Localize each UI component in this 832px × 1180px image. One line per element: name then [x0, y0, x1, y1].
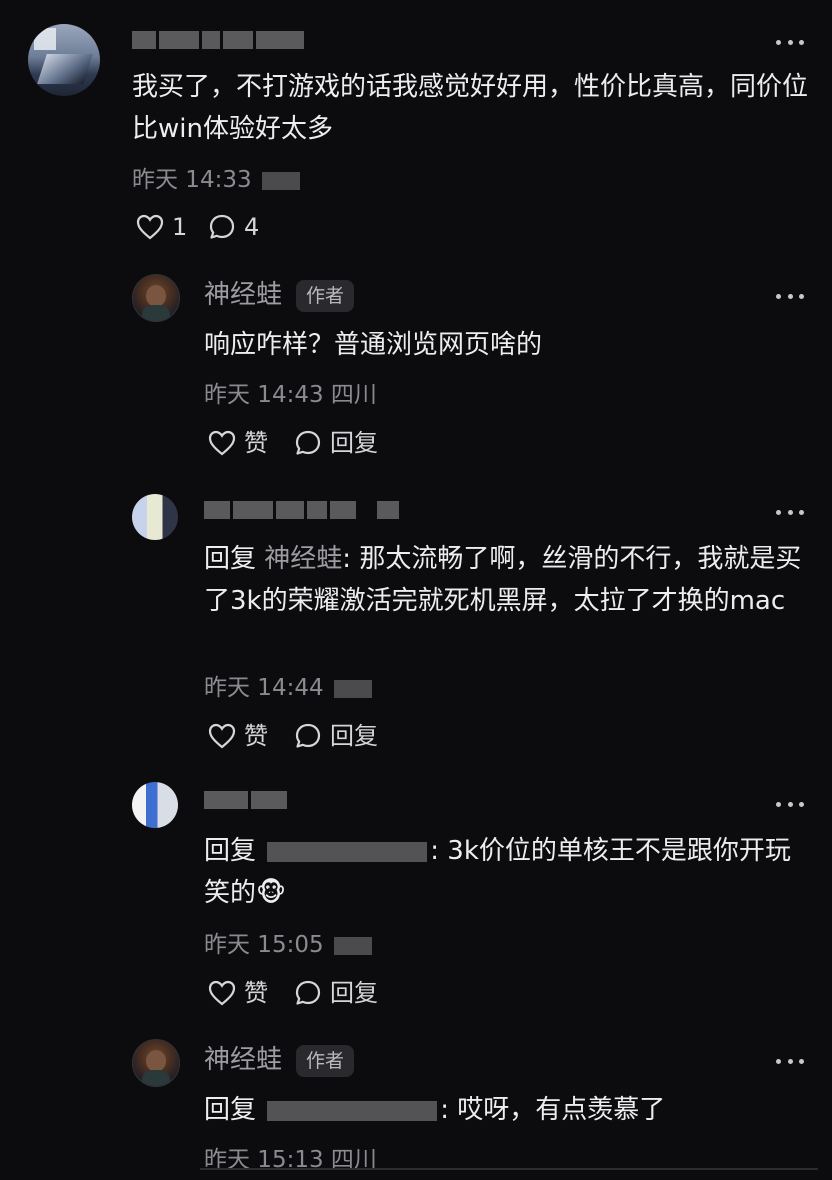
- more-options-icon[interactable]: [776, 508, 804, 516]
- comment-bubble-icon: [295, 430, 321, 455]
- reply-item: 回复 : 3k价位的单核王不是跟你开玩笑的🐵 昨天 15:05 赞 回复: [0, 772, 832, 1012]
- more-options-icon[interactable]: [776, 292, 804, 300]
- masked-username[interactable]: [132, 28, 304, 52]
- masked-reply-target[interactable]: [267, 841, 428, 862]
- reply-text: 响应咋样？普通浏览网页啥的: [204, 330, 543, 360]
- timestamp: 昨天 14:44: [204, 675, 324, 701]
- avatar[interactable]: [28, 24, 100, 96]
- author-badge: 作者: [296, 1045, 355, 1077]
- heart-icon: [208, 430, 236, 456]
- masked-username[interactable]: [204, 498, 399, 522]
- masked-location: [261, 171, 300, 190]
- more-options-icon[interactable]: [776, 800, 804, 808]
- comment-bubble-icon: [295, 980, 321, 1005]
- more-options-icon[interactable]: [776, 1057, 804, 1065]
- reply-count-button[interactable]: 4: [208, 212, 259, 242]
- username[interactable]: 神经蛙: [204, 278, 282, 312]
- reply-content: : 哎呀，有点羡慕了: [440, 1095, 666, 1125]
- comment-bubble-icon: [209, 214, 235, 239]
- reply-label: 回复: [330, 979, 378, 1007]
- masked-username[interactable]: [204, 788, 287, 812]
- heart-icon: [208, 980, 236, 1006]
- avatar[interactable]: [132, 782, 178, 828]
- avatar[interactable]: [132, 494, 178, 540]
- timestamp: 昨天 14:43: [204, 382, 324, 408]
- reply-prefix: 回复: [204, 836, 257, 866]
- author-badge: 作者: [296, 280, 355, 312]
- reply-text: 回复 神经蛙: 那太流畅了啊，丝滑的不行，我就是买了3k的荣耀激活完就死机黑屏，…: [204, 538, 804, 622]
- comment-bubble-icon: [295, 723, 321, 748]
- main-comment: 我买了，不打游戏的话我感觉好好用，性价比真高，同价位比win体验好太多 昨天 1…: [0, 0, 832, 260]
- reply-label: 回复: [330, 722, 378, 750]
- like-button[interactable]: 赞: [208, 721, 268, 751]
- like-button[interactable]: 赞: [208, 978, 268, 1008]
- heart-icon: [208, 723, 236, 749]
- reply-item: 神经蛙 作者 回复 : 哎呀，有点羡慕了 昨天 15:13 四川: [0, 1035, 832, 1180]
- like-label: 赞: [244, 722, 268, 750]
- reply-meta: 昨天 14:43 四川: [204, 380, 377, 410]
- avatar[interactable]: [132, 1039, 180, 1087]
- reply-button[interactable]: 回复: [294, 428, 378, 458]
- like-button[interactable]: 赞: [208, 428, 268, 458]
- masked-location: [333, 936, 372, 955]
- like-count: 1: [172, 213, 188, 241]
- reply-text: 回复 : 哎呀，有点羡慕了: [204, 1089, 804, 1131]
- timestamp: 昨天 15:05: [204, 932, 324, 958]
- reply-meta: 昨天 15:05: [204, 930, 372, 960]
- comment-time: 昨天 14:33: [132, 165, 300, 195]
- reply-item: 回复 神经蛙: 那太流畅了啊，丝滑的不行，我就是买了3k的荣耀激活完就死机黑屏，…: [0, 488, 832, 758]
- reply-prefix: 回复: [204, 544, 257, 574]
- scroll-indicator: [200, 1168, 818, 1170]
- reply-prefix: 回复: [204, 1095, 257, 1125]
- reply-target-username[interactable]: 神经蛙: [264, 544, 342, 574]
- like-button[interactable]: 1: [136, 212, 187, 242]
- reply-count: 4: [244, 213, 260, 241]
- reply-label: 回复: [330, 429, 378, 457]
- comment-text: 我买了，不打游戏的话我感觉好好用，性价比真高，同价位比win体验好太多: [132, 72, 809, 144]
- reply-meta: 昨天 14:44: [204, 673, 372, 703]
- timestamp: 昨天 14:33: [132, 167, 252, 193]
- reply-text: 回复 : 3k价位的单核王不是跟你开玩笑的🐵: [204, 830, 804, 914]
- location: 四川: [330, 382, 377, 408]
- masked-reply-target[interactable]: [267, 1100, 438, 1121]
- more-options-icon[interactable]: [776, 38, 804, 46]
- avatar[interactable]: [132, 274, 180, 322]
- username[interactable]: 神经蛙: [204, 1043, 282, 1077]
- heart-icon: [136, 214, 164, 240]
- reply-item: 神经蛙 作者 响应咋样？普通浏览网页啥的 昨天 14:43 四川 赞 回复: [0, 270, 832, 480]
- like-label: 赞: [244, 979, 268, 1007]
- reply-button[interactable]: 回复: [294, 978, 378, 1008]
- reply-meta: 昨天 15:13 四川: [204, 1145, 377, 1175]
- like-label: 赞: [244, 429, 268, 457]
- masked-location: [333, 679, 372, 698]
- reply-button[interactable]: 回复: [294, 721, 378, 751]
